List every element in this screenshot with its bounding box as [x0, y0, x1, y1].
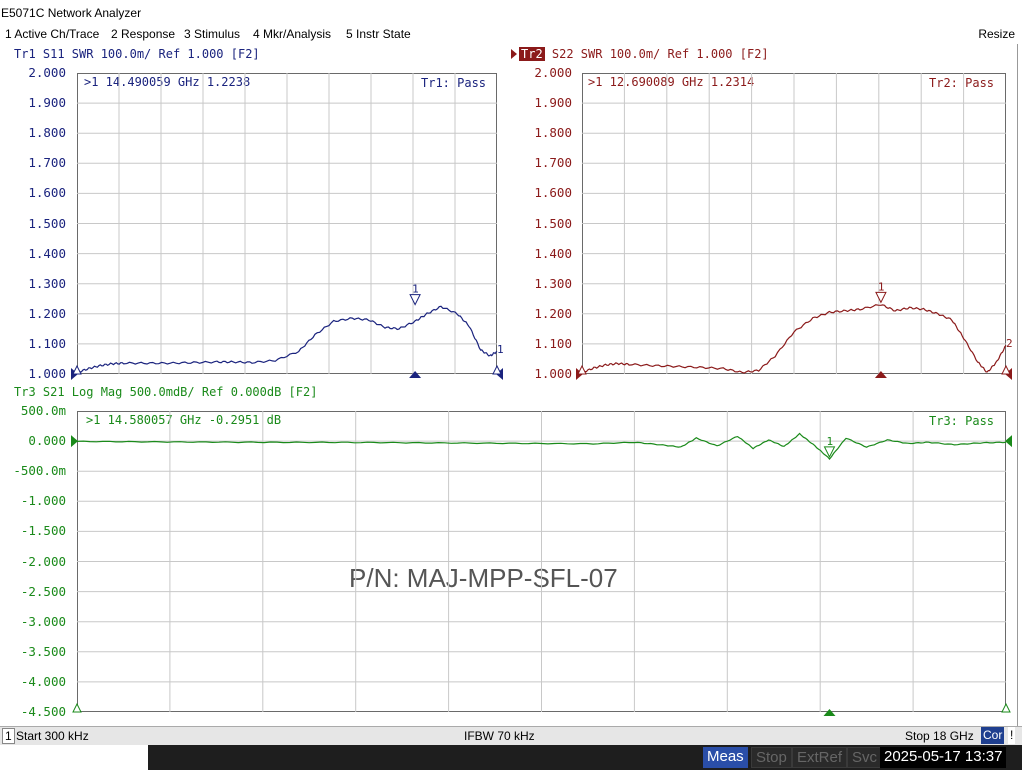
tr1-marker-1-label: 1 — [412, 283, 419, 296]
tr2-stop-marker — [1001, 364, 1011, 375]
tr3-start-marker — [72, 702, 82, 713]
ifbw-value[interactable]: IFBW 70 kHz — [464, 729, 535, 743]
menu-stimulus[interactable]: 3 Stimulus — [184, 27, 240, 41]
instrument-status-bar: Meas Stop ExtRef Svc 2025-05-17 13:37 — [0, 745, 1022, 770]
tr2-x-marker-pointer — [874, 371, 887, 378]
start-frequency[interactable]: Start 300 kHz — [16, 729, 89, 743]
tr2-marker-1-label: 1 — [878, 280, 885, 293]
menu-mkr-analysis[interactable]: 4 Mkr/Analysis — [253, 27, 331, 41]
window-title: E5071C Network Analyzer — [0, 0, 1022, 24]
menu-bar: 1 Active Ch/Trace 2 Response 3 Stimulus … — [0, 24, 1022, 44]
menu-active-ch-trace[interactable]: 1 Active Ch/Trace — [5, 27, 99, 41]
extref-indicator[interactable]: ExtRef — [792, 747, 848, 768]
correction-badge[interactable]: Cor — [981, 727, 1005, 744]
status-bar: 1 Start 300 kHz IFBW 70 kHz Stop 18 GHz … — [0, 726, 1022, 745]
tr1-end-marker-label: 1 — [497, 343, 504, 356]
menu-instr-state[interactable]: 5 Instr State — [346, 27, 411, 41]
tr2-start-marker — [577, 364, 587, 375]
tr2-marker-2-label: 2 — [1006, 337, 1013, 350]
menu-response[interactable]: 2 Response — [111, 27, 175, 41]
alert-badge: ! — [1008, 727, 1016, 744]
trace-overlay: 1 1 1 1 2 — [71, 73, 1013, 716]
tr1-start-marker — [72, 364, 82, 375]
tr1-stop-marker — [492, 364, 502, 375]
tr1-marker-1 — [409, 294, 421, 306]
tr3-ref-arrow-left — [71, 435, 78, 448]
tr3-x-marker-pointer — [823, 709, 836, 716]
analyzer-screen: Tr1 S11 SWR 100.0m/ Ref 1.000 [F2] 2.000… — [0, 44, 1018, 726]
stop-indicator[interactable]: Stop — [751, 747, 792, 768]
tr3-ref-arrow-right — [1005, 435, 1012, 448]
svc-indicator[interactable]: Svc — [847, 747, 883, 768]
meas-indicator[interactable]: Meas — [703, 747, 748, 768]
tr3-marker-1-label: 1 — [826, 435, 833, 448]
tr2-marker-1 — [875, 291, 887, 304]
resize-button[interactable]: Resize — [978, 27, 1015, 41]
datetime-display: 2025-05-17 13:37 — [880, 747, 1007, 768]
tr3-stop-marker — [1001, 702, 1011, 713]
stop-frequency[interactable]: Stop 18 GHz — [905, 729, 974, 743]
tr1-x-marker-pointer — [409, 371, 422, 378]
channel-number[interactable]: 1 — [2, 728, 15, 744]
